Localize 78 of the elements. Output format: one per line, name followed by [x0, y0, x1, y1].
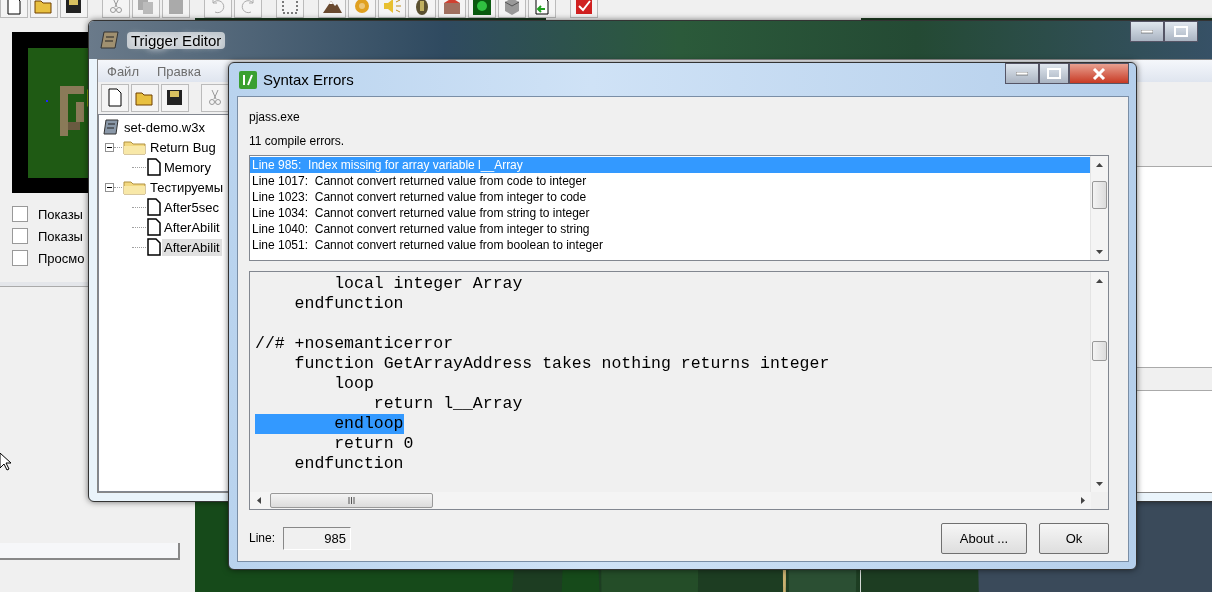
- checkbox[interactable]: [12, 250, 28, 266]
- code-line: //# +nosemanticerror: [255, 334, 454, 354]
- line-label: Line:: [249, 531, 276, 545]
- tree-item[interactable]: Return Bug: [148, 138, 218, 156]
- error-item[interactable]: Line 1017: Cannot convert returned value from code to integer: [250, 173, 1090, 189]
- down-arrow-icon: [1096, 481, 1103, 486]
- minimize-icon: [1141, 29, 1153, 34]
- code-line: endfunction: [293, 294, 404, 314]
- checkbox[interactable]: [12, 228, 28, 244]
- tree-item[interactable]: AfterAbilit: [162, 238, 222, 256]
- minimize-button[interactable]: [1130, 21, 1164, 42]
- selection-icon: [279, 0, 301, 17]
- close-icon: [1092, 67, 1106, 80]
- document-icon: [146, 218, 162, 236]
- orb-icon: [471, 0, 493, 17]
- open-folder-icon: [33, 0, 55, 17]
- tree-item[interactable]: set-demo.w3x: [122, 118, 207, 136]
- tree-item[interactable]: AfterAbilit: [162, 218, 222, 236]
- down-arrow-icon: [1096, 249, 1103, 254]
- error-item[interactable]: Line 1023: Cannot convert returned value from integer to code: [250, 189, 1090, 205]
- toolbar-button[interactable]: [201, 84, 229, 112]
- program-name: pjass.exe: [249, 109, 301, 125]
- error-count: 11 compile errors.: [249, 133, 346, 149]
- input-field[interactable]: [0, 543, 180, 560]
- toolbar-button[interactable]: [60, 0, 88, 18]
- scroll-thumb[interactable]: [270, 493, 433, 508]
- toolbar-button[interactable]: [318, 0, 346, 18]
- grip-icon: [348, 497, 355, 504]
- error-item[interactable]: Line 1051: Cannot convert returned value from boolean to integer: [250, 237, 1090, 253]
- tree-item[interactable]: Тестируемы: [148, 178, 226, 196]
- scroll-thumb[interactable]: [1092, 341, 1107, 361]
- maximize-icon: [1047, 68, 1061, 79]
- building-icon: [441, 0, 463, 17]
- maximize-icon: [1174, 26, 1188, 37]
- menu-item[interactable]: Файл: [98, 63, 148, 79]
- code-line: loop: [333, 374, 374, 394]
- code-line: return l__Array: [372, 394, 523, 414]
- code-line: local integer Array: [333, 274, 523, 294]
- right-arrow-icon: [1080, 497, 1085, 504]
- line-field[interactable]: 985: [283, 526, 352, 550]
- maximize-button[interactable]: [1039, 63, 1069, 84]
- left-arrow-icon: [256, 497, 261, 504]
- app-icon: [239, 70, 257, 89]
- code-line: return 0: [333, 434, 414, 454]
- folder-icon: [122, 178, 148, 196]
- document-icon: [146, 198, 162, 216]
- close-button[interactable]: [1069, 63, 1129, 84]
- folder-icon: [122, 138, 148, 156]
- collapse-toggle[interactable]: [105, 182, 114, 192]
- scroll-thumb[interactable]: [1092, 181, 1107, 209]
- up-arrow-icon: [1096, 162, 1103, 167]
- toolbar-button[interactable]: [468, 0, 496, 18]
- toolbar-button[interactable]: [161, 84, 189, 112]
- checkbox-label: Просмо: [38, 250, 85, 266]
- code-line: function GetArrayAddress takes nothing returns integer: [293, 354, 830, 374]
- menu-item[interactable]: Правка: [147, 63, 210, 79]
- window-title: Syntax Errors: [263, 71, 354, 88]
- tree-item[interactable]: After5sec: [162, 198, 221, 216]
- scroll-icon: [102, 117, 122, 137]
- code-line: endfunction: [293, 454, 404, 474]
- minimize-icon: [1016, 71, 1028, 76]
- document-icon: [146, 158, 162, 176]
- up-arrow-icon: [1096, 278, 1103, 283]
- minimize-button[interactable]: [1005, 63, 1039, 84]
- about-button[interactable]: About ...: [941, 522, 1027, 554]
- toolbar-button[interactable]: [408, 0, 436, 18]
- error-item[interactable]: Line 1034: Cannot convert returned value from string to integer: [250, 205, 1090, 221]
- error-item[interactable]: Line 1040: Cannot convert returned value from integer to string: [250, 221, 1090, 237]
- maximize-button[interactable]: [1164, 21, 1198, 42]
- ok-button[interactable]: Ok: [1039, 522, 1109, 554]
- checkbox-label: Показы: [38, 228, 83, 244]
- cursor-icon: [0, 453, 12, 471]
- checkbox[interactable]: [12, 206, 28, 222]
- collapse-toggle[interactable]: [105, 142, 114, 152]
- tree-item[interactable]: Memory: [162, 158, 213, 176]
- checklist-icon: [573, 0, 595, 17]
- checkbox-label: Показы: [38, 206, 83, 222]
- scroll-icon: [99, 29, 121, 51]
